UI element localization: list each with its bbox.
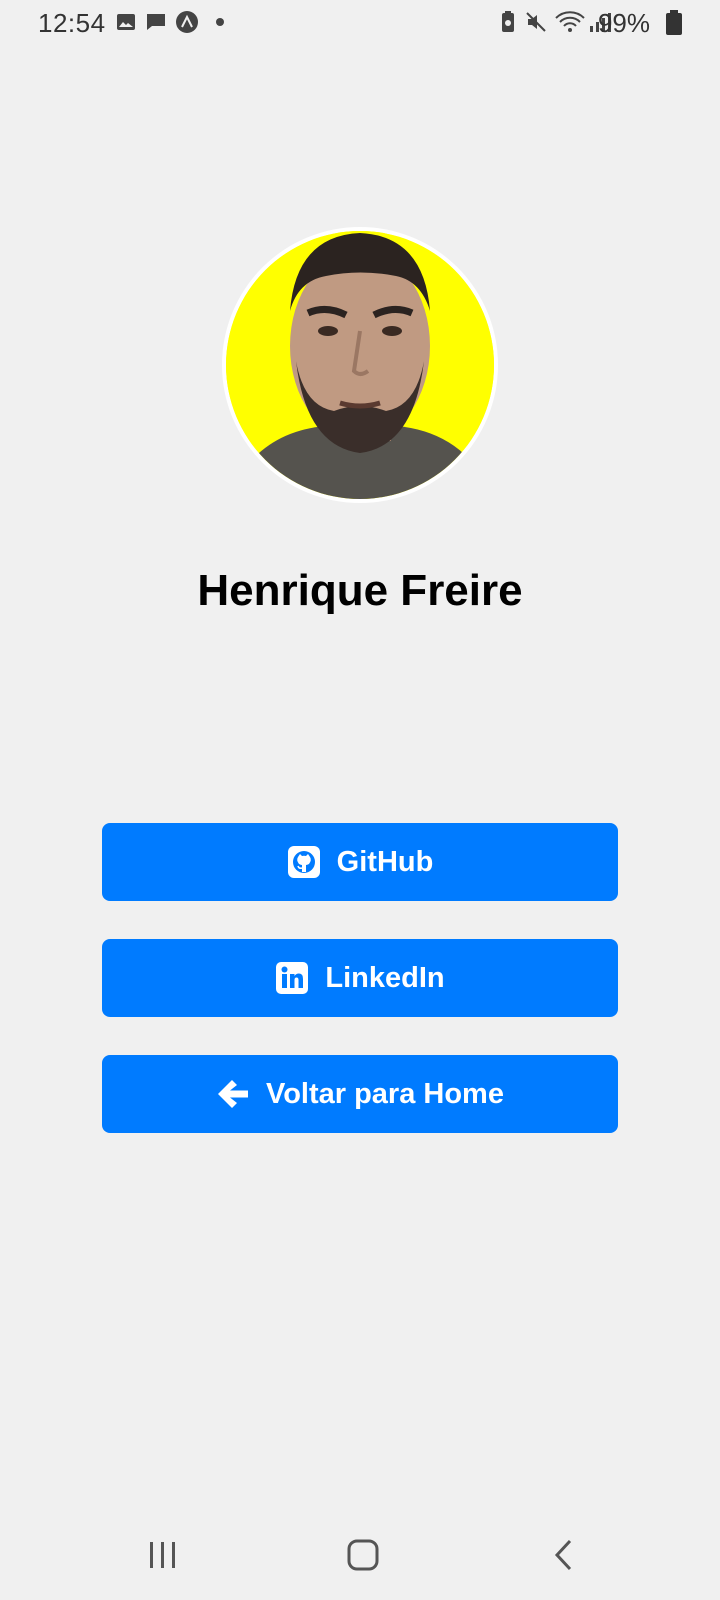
linkedin-icon	[275, 961, 309, 995]
status-bar: 12:54 99%	[0, 0, 720, 46]
linkedin-button[interactable]: LinkedIn	[102, 939, 618, 1017]
dot-icon	[208, 10, 232, 34]
image-icon	[114, 10, 138, 34]
avatar	[226, 231, 494, 499]
battery-saver-icon	[496, 10, 520, 34]
back-home-button[interactable]: Voltar para Home	[102, 1055, 618, 1133]
github-button-label: GitHub	[336, 845, 434, 878]
expo-icon	[175, 10, 199, 34]
github-button[interactable]: GitHub	[102, 823, 618, 901]
battery-percentage: 99%	[597, 8, 650, 38]
message-icon	[144, 10, 168, 34]
arrow-left-icon	[216, 1077, 250, 1111]
navigation-bar	[0, 1510, 720, 1600]
back-icon[interactable]	[540, 1530, 590, 1580]
status-time: 12:54	[38, 8, 106, 38]
linkedin-button-label: LinkedIn	[325, 961, 445, 994]
profile-photo	[226, 231, 494, 499]
back-home-button-label: Voltar para Home	[266, 1077, 504, 1110]
battery-icon	[664, 10, 684, 35]
mute-icon	[524, 10, 548, 34]
home-icon[interactable]	[338, 1530, 388, 1580]
profile-name: Henrique Freire	[197, 566, 523, 615]
screen: 12:54 99% Henrique Freire GitHub LinkedI…	[0, 0, 720, 1600]
recent-apps-icon[interactable]	[138, 1530, 188, 1580]
avatar-frame	[222, 227, 498, 503]
wifi-icon	[554, 10, 586, 34]
github-icon	[287, 845, 321, 879]
